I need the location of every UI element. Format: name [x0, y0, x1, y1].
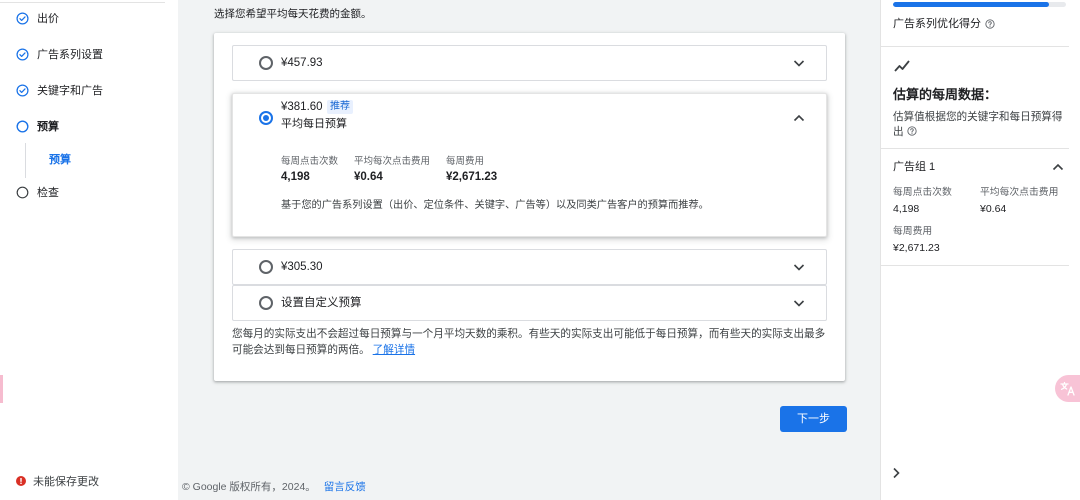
save-status: 未能保存更改: [16, 475, 146, 489]
optimization-score-label: 广告系列优化得分: [893, 18, 981, 30]
budget-option-amount: 设置自定义预算: [281, 297, 362, 309]
recommended-badge: 推荐: [327, 100, 353, 114]
budget-note: 您每月的实际支出不会超过每日预算与一个月平均天数的乘积。有些天的实际支出可能低于…: [232, 326, 827, 358]
weekly-estimates-note: 估算值根据您的关键字和每日预算得出: [893, 110, 1069, 140]
optimization-score-row: 广告系列优化得分: [893, 17, 995, 31]
optimization-score-fill: [893, 2, 1049, 7]
panel-divider: [881, 148, 1069, 149]
feedback-link[interactable]: 留言反馈: [324, 481, 366, 493]
pending-step-circle-icon: [16, 186, 29, 199]
recommendation-description: 基于您的广告系列设置（出价、定位条件、关键字、广告等）以及同类广告客户的预算而推…: [281, 200, 709, 211]
stat-label: 平均每次点击费用: [980, 187, 1059, 198]
stat-value: ¥2,671.23: [893, 242, 940, 254]
step-review[interactable]: 检查: [0, 183, 170, 203]
main-content: 选择您希望平均每天花费的金额。 ¥457.93 ¥381.60 推荐 平均每日预…: [178, 0, 880, 500]
radio-button[interactable]: [259, 296, 273, 310]
stat-label: 每周费用: [893, 226, 933, 237]
help-icon[interactable]: [985, 19, 995, 29]
budget-option-amount: ¥305.30: [281, 261, 323, 273]
step-campaign-settings[interactable]: 广告系列设置: [0, 45, 170, 65]
error-icon: [16, 476, 26, 486]
weekly-cost-stat: 每周费用 ¥2,671.23: [446, 155, 536, 184]
stat-label: 每周费用: [446, 156, 485, 167]
save-status-label: 未能保存更改: [33, 476, 99, 488]
budget-option-custom[interactable]: 设置自定义预算: [232, 285, 827, 321]
radio-button[interactable]: [259, 260, 273, 274]
radio-button[interactable]: [259, 111, 273, 125]
step-label: 检查: [37, 187, 59, 199]
copyright-text: © Google 版权所有，2024。: [182, 481, 316, 493]
substep-connector: [25, 143, 26, 178]
step-keywords-and-ads[interactable]: 关键字和广告: [0, 81, 170, 101]
budget-option[interactable]: ¥305.30: [232, 249, 827, 285]
trending-chart-icon: [894, 59, 910, 73]
budget-card: ¥457.93 ¥381.60 推荐 平均每日预算 每周点击次数 4,198 平…: [214, 33, 845, 381]
chevron-down-icon[interactable]: [792, 56, 806, 70]
footer: © Google 版权所有，2024。 留言反馈: [182, 480, 366, 494]
budget-option-amount: ¥457.93: [281, 57, 323, 69]
optimization-score-bar: [893, 2, 1066, 7]
stat-value: ¥0.64: [354, 171, 383, 183]
budget-option-subtitle: 平均每日预算: [281, 118, 347, 130]
ad-group-name: 广告组 1: [893, 161, 936, 173]
ad-group-avg-cpc: 平均每次点击费用 ¥0.64: [980, 186, 1070, 216]
budget-option-amount: ¥381.60: [281, 101, 323, 113]
check-circle-icon: [16, 48, 29, 61]
learn-more-link[interactable]: 了解详情: [373, 344, 415, 356]
panel-divider: [881, 265, 1069, 266]
chevron-down-icon[interactable]: [792, 296, 806, 310]
step-bidding[interactable]: 出价: [0, 9, 170, 29]
summary-panel: 广告系列优化得分 估算的每周数据： 估算值根据您的关键字和每日预算得出 广告组 …: [880, 0, 1080, 500]
next-button[interactable]: 下一步: [780, 406, 847, 432]
translate-button[interactable]: [1055, 375, 1080, 402]
stat-value: ¥2,671.23: [446, 171, 498, 183]
stat-label: 平均每次点击费用: [354, 156, 431, 167]
stat-label: 每周点击次数: [893, 187, 952, 198]
ad-group-weekly-clicks: 每周点击次数 4,198: [893, 186, 983, 216]
panel-divider: [881, 46, 1069, 47]
estimates-note-text: 估算值根据您的关键字和每日预算得出: [893, 111, 1063, 138]
step-label: 预算: [37, 121, 59, 133]
check-circle-icon: [16, 84, 29, 97]
stat-value: 4,198: [893, 203, 920, 215]
chevron-up-icon[interactable]: [792, 111, 806, 125]
step-sidebar: 出价 广告系列设置 关键字和广告 预算 预算 检查 未能保存更改: [0, 0, 178, 500]
step-budget[interactable]: 预算: [0, 117, 170, 137]
step-label: 出价: [37, 13, 59, 25]
chevron-right-icon[interactable]: [889, 466, 903, 480]
current-step-circle-icon: [16, 120, 29, 133]
help-icon[interactable]: [906, 126, 917, 136]
budget-option[interactable]: ¥457.93: [232, 45, 827, 81]
check-circle-icon: [16, 12, 29, 25]
substep-budget[interactable]: 预算: [49, 153, 71, 167]
edge-marker: [0, 375, 3, 403]
step-label: 关键字和广告: [37, 85, 103, 97]
budget-intro: 选择您希望平均每天花费的金额。: [214, 8, 372, 20]
budget-option-recommended[interactable]: ¥381.60 推荐 平均每日预算 每周点击次数 4,198 平均每次点击费用 …: [232, 93, 827, 237]
ad-group-weekly-cost: 每周费用 ¥2,671.23: [893, 225, 983, 255]
avg-cpc-stat: 平均每次点击费用 ¥0.64: [354, 155, 444, 184]
weekly-estimates-title: 估算的每周数据：: [893, 87, 998, 102]
budget-note-text: 您每月的实际支出不会超过每日预算与一个月平均天数的乘积。有些天的实际支出可能低于…: [232, 328, 826, 356]
step-label: 广告系列设置: [37, 49, 103, 61]
stat-value: ¥0.64: [980, 203, 1007, 215]
chevron-up-icon[interactable]: [1051, 160, 1065, 174]
sidebar-top-divider: [0, 2, 165, 3]
radio-button[interactable]: [259, 56, 273, 70]
chevron-down-icon[interactable]: [792, 260, 806, 274]
